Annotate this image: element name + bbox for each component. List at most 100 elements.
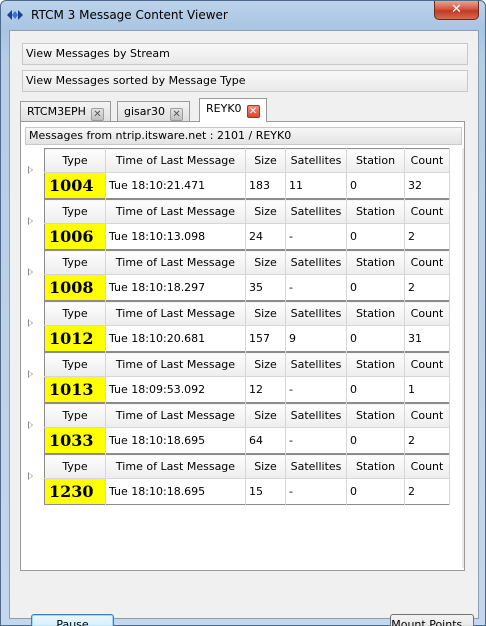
scrollbar[interactable]: [462, 148, 464, 568]
tab-label: REYK0: [206, 102, 242, 115]
column-header[interactable]: Station: [346, 199, 405, 224]
message-type-cell: 1006: [44, 223, 106, 250]
cell-size: 24: [245, 223, 286, 250]
table-row[interactable]: 1004 Tue 18:10:21.471 183 11 0 32: [44, 172, 450, 199]
cell-size: 15: [245, 478, 286, 505]
expand-arrow-icon[interactable]: [28, 166, 33, 174]
column-header[interactable]: Time of Last Message: [105, 199, 246, 224]
expand-arrow-icon[interactable]: [28, 370, 33, 378]
expand-arrow-icon[interactable]: [28, 421, 33, 429]
column-header[interactable]: Station: [346, 301, 405, 326]
panel-header: Messages from ntrip.itsware.net : 2101 /…: [25, 127, 462, 145]
column-header[interactable]: Count: [404, 403, 450, 428]
column-header[interactable]: Station: [346, 454, 405, 479]
tab-close-icon[interactable]: ✕: [170, 108, 184, 121]
cell-size: 12: [245, 376, 286, 403]
tab-close-icon[interactable]: ✕: [90, 108, 104, 121]
tab-rtcm3eph[interactable]: RTCM3EPH ✕: [20, 101, 111, 122]
pause-button[interactable]: Pause: [31, 614, 114, 626]
column-header[interactable]: Size: [245, 301, 286, 326]
column-header[interactable]: Count: [404, 148, 450, 173]
column-header[interactable]: Station: [346, 250, 405, 275]
column-header[interactable]: Satellites: [285, 301, 347, 326]
cell-time: Tue 18:10:13.098: [105, 223, 246, 250]
column-header[interactable]: Count: [404, 454, 450, 479]
column-header[interactable]: Satellites: [285, 352, 347, 377]
cell-count: 31: [404, 325, 450, 352]
column-header[interactable]: Satellites: [285, 454, 347, 479]
cell-satellites: -: [285, 427, 347, 454]
column-header[interactable]: Size: [245, 454, 286, 479]
column-header[interactable]: Size: [245, 250, 286, 275]
column-header[interactable]: Satellites: [285, 403, 347, 428]
message-table: Type Time of Last Message Size Satellites St…: [44, 250, 450, 301]
column-header[interactable]: Type: [44, 403, 106, 428]
column-header[interactable]: Satellites: [285, 199, 347, 224]
column-header[interactable]: Type: [44, 250, 106, 275]
column-header[interactable]: Time of Last Message: [105, 250, 246, 275]
column-header[interactable]: Size: [245, 403, 286, 428]
column-header[interactable]: Count: [404, 250, 450, 275]
cell-station: 0: [346, 325, 405, 352]
tab-label: gisar30: [124, 105, 166, 118]
cell-satellites: -: [285, 478, 347, 505]
cell-count: 2: [404, 223, 450, 250]
tab-reyk0[interactable]: REYK0 ✕: [199, 98, 267, 122]
window-close-button[interactable]: ✕: [434, 1, 479, 20]
message-group: Type Time of Last Message Size Satellites St…: [21, 301, 461, 352]
column-header[interactable]: Station: [346, 148, 405, 173]
column-header[interactable]: Satellites: [285, 250, 347, 275]
cell-satellites: 9: [285, 325, 347, 352]
tab-close-icon[interactable]: ✕: [246, 105, 260, 118]
column-header[interactable]: Count: [404, 301, 450, 326]
cell-satellites: -: [285, 274, 347, 301]
message-type-cell: 1230: [44, 478, 106, 505]
column-header[interactable]: Type: [44, 301, 106, 326]
message-table: Type Time of Last Message Size Satellites St…: [44, 352, 450, 403]
cell-time: Tue 18:10:18.695: [105, 478, 246, 505]
table-row[interactable]: 1012 Tue 18:10:20.681 157 9 0 31: [44, 325, 450, 352]
cell-time: Tue 18:10:20.681: [105, 325, 246, 352]
column-header[interactable]: Count: [404, 199, 450, 224]
column-header[interactable]: Time of Last Message: [105, 301, 246, 326]
cell-size: 183: [245, 172, 286, 199]
column-header[interactable]: Count: [404, 352, 450, 377]
column-header[interactable]: Time of Last Message: [105, 148, 246, 173]
column-header[interactable]: Size: [245, 199, 286, 224]
message-group: Type Time of Last Message Size Satellites St…: [21, 250, 461, 301]
column-header[interactable]: Type: [44, 148, 106, 173]
mount-points-button[interactable]: Mount Points...: [390, 614, 474, 626]
expand-arrow-icon[interactable]: [28, 472, 33, 480]
table-row[interactable]: 1006 Tue 18:10:13.098 24-0 2: [44, 223, 450, 250]
section-view-by-type[interactable]: View Messages sorted by Message Type: [22, 70, 468, 92]
column-header[interactable]: Time of Last Message: [105, 352, 246, 377]
column-header[interactable]: Type: [44, 454, 106, 479]
column-header[interactable]: Station: [346, 352, 405, 377]
column-header[interactable]: Type: [44, 352, 106, 377]
column-header[interactable]: Type: [44, 199, 106, 224]
column-header[interactable]: Size: [245, 352, 286, 377]
column-header[interactable]: Satellites: [285, 148, 347, 173]
expand-arrow-icon[interactable]: [28, 319, 33, 327]
table-row[interactable]: 1033 Tue 18:10:18.695 64-0 2: [44, 427, 450, 454]
column-header[interactable]: Time of Last Message: [105, 454, 246, 479]
table-row[interactable]: 1008 Tue 18:10:18.297 35-0 2: [44, 274, 450, 301]
message-group: Type Time of Last Message Size Satellites St…: [21, 352, 461, 403]
tab-gisar30[interactable]: gisar30 ✕: [117, 101, 191, 122]
column-header[interactable]: Station: [346, 403, 405, 428]
table-row[interactable]: 1230 Tue 18:10:18.695 15-0 2: [44, 478, 450, 505]
message-group: Type Time of Last Message Size Satellites St…: [21, 454, 461, 505]
title-bar[interactable]: RTCM 3 Message Content Viewer ✕: [1, 1, 485, 29]
cell-time: Tue 18:10:18.297: [105, 274, 246, 301]
cell-station: 0: [346, 274, 405, 301]
table-row[interactable]: 1013 Tue 18:09:53.092 12-0 1: [44, 376, 450, 403]
expand-arrow-icon[interactable]: [28, 217, 33, 225]
expand-arrow-icon[interactable]: [28, 268, 33, 276]
column-header[interactable]: Size: [245, 148, 286, 173]
cell-station: 0: [346, 172, 405, 199]
cell-station: 0: [346, 376, 405, 403]
column-header[interactable]: Time of Last Message: [105, 403, 246, 428]
cell-count: 2: [404, 478, 450, 505]
section-view-by-stream[interactable]: View Messages by Stream: [22, 43, 468, 65]
messages-panel: Messages from ntrip.itsware.net : 2101 /…: [20, 121, 465, 571]
